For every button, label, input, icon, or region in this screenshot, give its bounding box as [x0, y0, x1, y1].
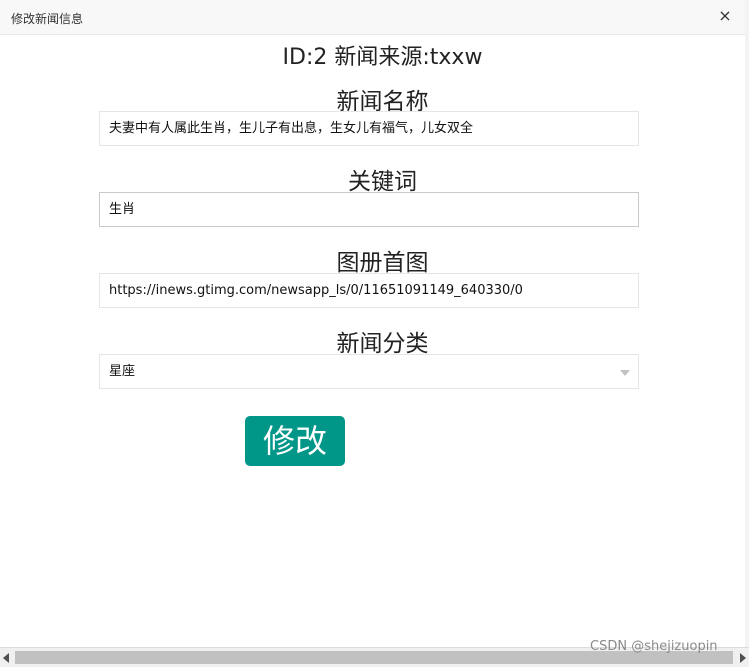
cover-image-label: 图册首图	[336, 250, 429, 276]
cover-image-input[interactable]: https://inews.gtimg.com/newsapp_ls/0/116…	[99, 273, 639, 308]
close-icon[interactable]: ×	[716, 7, 734, 25]
submit-button[interactable]: 修改	[245, 416, 345, 466]
keyword-label: 关键词	[348, 169, 417, 195]
keyword-input[interactable]: 生肖	[99, 192, 639, 227]
edit-news-dialog: 修改新闻信息 × ID:2 新闻来源:txxw 新闻名称 夫妻中有人属此生肖，生…	[0, 0, 746, 647]
scroll-right-icon[interactable]	[740, 653, 746, 663]
caret-down-icon	[620, 370, 630, 376]
dialog-title: 修改新闻信息	[11, 12, 84, 26]
category-select[interactable]: 星座	[99, 354, 639, 389]
dialog-titlebar: 修改新闻信息 ×	[0, 0, 745, 35]
category-label: 新闻分类	[336, 331, 429, 357]
category-selected-value: 星座	[109, 364, 136, 379]
news-id-source-header: ID:2 新闻来源:txxw	[282, 45, 483, 70]
watermark: CSDN @shejizuopin	[590, 639, 718, 654]
news-name-input[interactable]: 夫妻中有人属此生肖，生儿子有出息，生女儿有福气，儿女双全	[99, 111, 639, 146]
background-page-edge	[745, 0, 749, 647]
scroll-left-icon[interactable]	[3, 653, 9, 663]
